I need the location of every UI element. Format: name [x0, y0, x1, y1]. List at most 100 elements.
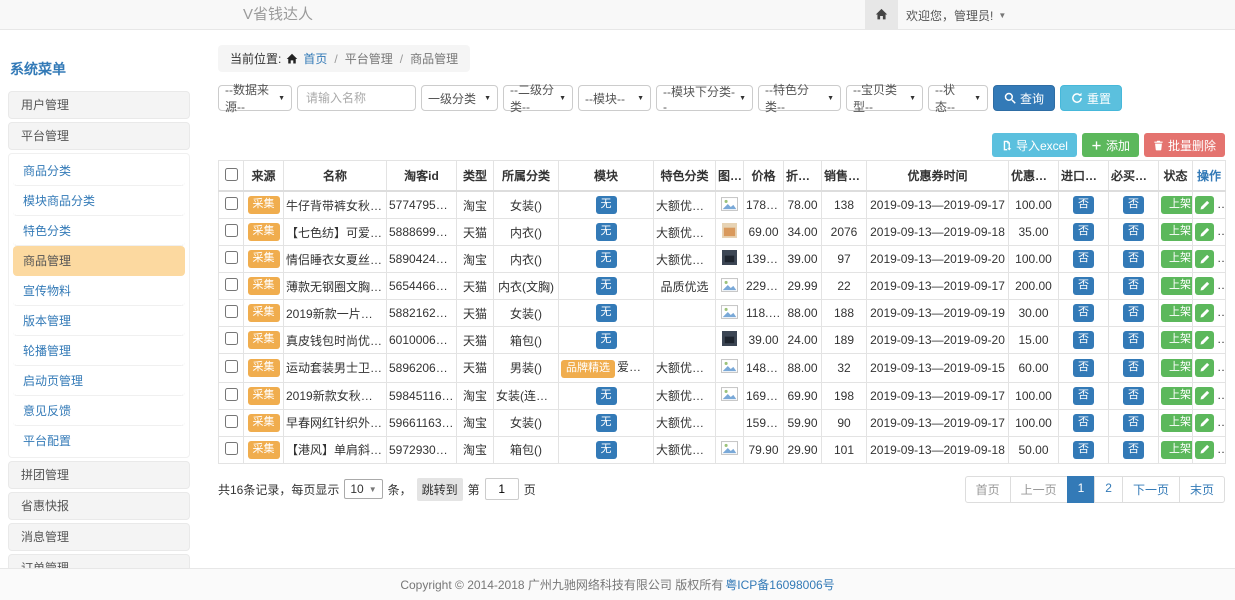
- pager-button[interactable]: 1: [1067, 476, 1096, 503]
- edit-button[interactable]: [1195, 223, 1214, 241]
- import-toggle-badge[interactable]: 否: [1073, 196, 1094, 214]
- batch-delete-button[interactable]: 批量删除: [1144, 133, 1225, 157]
- source-badge: 采集: [248, 359, 280, 377]
- must-buy-toggle-badge[interactable]: 否: [1123, 414, 1144, 432]
- import-toggle-badge[interactable]: 否: [1073, 331, 1094, 349]
- sidebar-subitem[interactable]: 商品管理: [13, 246, 185, 276]
- row-checkbox[interactable]: [225, 197, 238, 210]
- sidebar-subitem[interactable]: 启动页管理: [13, 366, 185, 396]
- search-name-input[interactable]: [297, 85, 416, 111]
- must-buy-toggle-badge[interactable]: 否: [1123, 304, 1144, 322]
- sidebar-subitem[interactable]: 意见反馈: [13, 396, 185, 426]
- must-buy-toggle-badge[interactable]: 否: [1123, 331, 1144, 349]
- row-checkbox[interactable]: [225, 360, 238, 373]
- sidebar-subitem[interactable]: 版本管理: [13, 306, 185, 336]
- sidebar-group[interactable]: 拼团管理: [8, 461, 190, 489]
- filter-select-module[interactable]: --模块--▼: [578, 85, 651, 111]
- row-checkbox[interactable]: [225, 442, 238, 455]
- pager-button[interactable]: 下一页: [1122, 476, 1180, 503]
- row-checkbox[interactable]: [225, 332, 238, 345]
- edit-button[interactable]: [1195, 250, 1214, 268]
- import-toggle-badge[interactable]: 否: [1073, 387, 1094, 405]
- import-toggle-badge[interactable]: 否: [1073, 414, 1094, 432]
- pager-button[interactable]: 末页: [1179, 476, 1225, 503]
- filter-select-level2-category[interactable]: --二级分类--▼: [503, 85, 573, 111]
- edit-button[interactable]: [1195, 387, 1214, 405]
- edit-button[interactable]: [1195, 331, 1214, 349]
- search-button[interactable]: 查询: [993, 85, 1055, 111]
- status-badge[interactable]: 上架: [1161, 277, 1193, 295]
- status-badge[interactable]: 上架: [1161, 359, 1193, 377]
- must-buy-toggle-badge[interactable]: 否: [1123, 223, 1144, 241]
- filter-select-item-type[interactable]: --宝贝类型--▼: [846, 85, 923, 111]
- import-toggle-badge[interactable]: 否: [1073, 277, 1094, 295]
- must-buy-toggle-badge[interactable]: 否: [1123, 441, 1144, 459]
- pager-button[interactable]: 2: [1094, 476, 1123, 503]
- sidebar-group[interactable]: 消息管理: [8, 523, 190, 551]
- module-cell: 无: [559, 327, 654, 354]
- filter-select-level1-category[interactable]: 一级分类▼: [421, 85, 498, 111]
- row-checkbox[interactable]: [225, 278, 238, 291]
- platform-type-cell: 淘宝: [457, 246, 494, 273]
- edit-icon: [1199, 281, 1210, 292]
- sidebar-subitem[interactable]: 模块商品分类: [13, 186, 185, 216]
- must-buy-toggle-badge[interactable]: 否: [1123, 277, 1144, 295]
- edit-button[interactable]: [1195, 441, 1214, 459]
- must-buy-toggle-badge[interactable]: 否: [1123, 359, 1144, 377]
- import-excel-button[interactable]: 导入excel: [992, 133, 1077, 157]
- page-number-input[interactable]: [485, 478, 519, 500]
- sidebar-menu: 用户管理平台管理商品分类模块商品分类特色分类商品管理宣传物料版本管理轮播管理启动…: [8, 91, 190, 600]
- sidebar-group[interactable]: 省惠快报: [8, 492, 190, 520]
- filter-select-data-source[interactable]: --数据来源--▼: [218, 85, 292, 111]
- home-button[interactable]: [865, 0, 898, 29]
- edit-button[interactable]: [1195, 414, 1214, 432]
- row-checkbox[interactable]: [225, 388, 238, 401]
- reset-button[interactable]: 重置: [1060, 85, 1122, 111]
- icp-link[interactable]: 粤ICP备16098006号: [725, 576, 834, 593]
- filter-select-module-subcategory[interactable]: --模块下分类--▼: [656, 85, 753, 111]
- status-badge[interactable]: 上架: [1161, 414, 1193, 432]
- sidebar-group[interactable]: 用户管理: [8, 91, 190, 119]
- per-page-select[interactable]: 10 ▼: [344, 479, 382, 499]
- must-buy-toggle-badge[interactable]: 否: [1123, 250, 1144, 268]
- status-badge[interactable]: 上架: [1161, 250, 1193, 268]
- edit-button[interactable]: [1195, 277, 1214, 295]
- import-toggle-badge[interactable]: 否: [1073, 250, 1094, 268]
- import-toggle-badge[interactable]: 否: [1073, 441, 1094, 459]
- filter-select-status[interactable]: --状态--▼: [928, 85, 988, 111]
- status-badge[interactable]: 上架: [1161, 387, 1193, 405]
- status-badge[interactable]: 上架: [1161, 196, 1193, 214]
- breadcrumb-home-link[interactable]: 首页: [303, 50, 327, 67]
- edit-button[interactable]: [1195, 196, 1214, 214]
- sidebar-subitem[interactable]: 宣传物料: [13, 276, 185, 306]
- status-badge[interactable]: 上架: [1161, 441, 1193, 459]
- filter-select-feature-category[interactable]: --特色分类--▼: [758, 85, 841, 111]
- must-buy-cell: 否: [1109, 382, 1159, 409]
- row-checkbox[interactable]: [225, 251, 238, 264]
- pager-button[interactable]: 首页: [965, 476, 1011, 503]
- sidebar-group[interactable]: 平台管理: [8, 122, 190, 150]
- status-badge[interactable]: 上架: [1161, 223, 1193, 241]
- import-toggle-badge[interactable]: 否: [1073, 304, 1094, 322]
- edit-button[interactable]: [1195, 304, 1214, 322]
- status-badge[interactable]: 上架: [1161, 331, 1193, 349]
- import-toggle-badge[interactable]: 否: [1073, 359, 1094, 377]
- pager-button[interactable]: 上一页: [1010, 476, 1068, 503]
- sidebar-subitem[interactable]: 特色分类: [13, 216, 185, 246]
- jump-button[interactable]: 跳转到: [417, 478, 463, 501]
- add-button[interactable]: 添加: [1082, 133, 1139, 157]
- user-menu[interactable]: 欢迎您，管理员! ▼: [906, 0, 1006, 30]
- row-checkbox[interactable]: [225, 415, 238, 428]
- select-all-checkbox[interactable]: [225, 168, 238, 181]
- sidebar-subitem[interactable]: 平台配置: [13, 426, 185, 455]
- must-buy-toggle-badge[interactable]: 否: [1123, 387, 1144, 405]
- row-checkbox[interactable]: [225, 224, 238, 237]
- sidebar-subitem[interactable]: 商品分类: [13, 156, 185, 186]
- import-toggle-badge[interactable]: 否: [1073, 223, 1094, 241]
- status-badge[interactable]: 上架: [1161, 304, 1193, 322]
- sidebar-subitem[interactable]: 轮播管理: [13, 336, 185, 366]
- discount-price-cell: 59.90: [784, 409, 822, 436]
- row-checkbox[interactable]: [225, 305, 238, 318]
- must-buy-toggle-badge[interactable]: 否: [1123, 196, 1144, 214]
- edit-button[interactable]: [1195, 359, 1214, 377]
